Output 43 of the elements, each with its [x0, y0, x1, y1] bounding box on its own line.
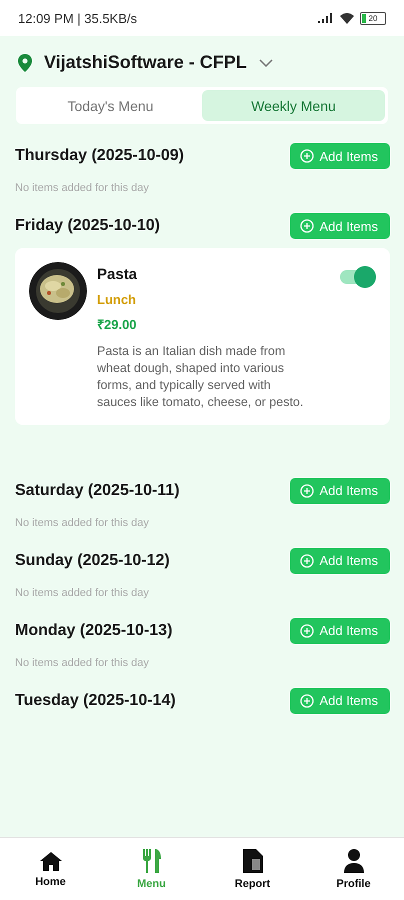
plus-circle-icon [300, 554, 314, 568]
location-pin-icon [18, 54, 32, 72]
wifi-icon [340, 12, 354, 24]
person-icon [344, 848, 364, 872]
nav-tab[interactable]: Report [202, 838, 303, 900]
day-title: Saturday (2025-10-11) [15, 482, 180, 500]
day-title: Sunday (2025-10-12) [15, 552, 170, 570]
item-price: ₹29.00 [97, 316, 138, 333]
plus-circle-icon [300, 149, 314, 163]
day-title: Monday (2025-10-13) [15, 622, 172, 640]
day-title: Tuesday (2025-10-14) [15, 692, 176, 710]
fork-knife-icon [142, 848, 162, 872]
status-time: 12:09 PM | 35.5KB/s [18, 10, 137, 26]
battery-icon: 20 [360, 12, 386, 24]
home-icon [40, 850, 62, 870]
nav-tab[interactable]: Home [0, 838, 101, 900]
nav-tab[interactable]: Menu [101, 838, 202, 900]
location-name[interactable]: VijatshiSoftware - CFPL [44, 52, 247, 73]
add-items-button[interactable]: Add Items [290, 688, 390, 714]
item-description: Pasta is an Italian dish made from wheat dough, shaped into various forms, and typically served with sauces like tomato, cheese, or pesto. [97, 343, 304, 410]
menu-tab[interactable]: Today's Menu [19, 90, 202, 121]
nav-tab[interactable]: Profile [303, 838, 404, 900]
meal-type: Lunch [97, 292, 137, 307]
empty-message: No items added for this day [15, 182, 150, 194]
plus-circle-icon [300, 624, 314, 638]
add-items-button[interactable]: Add Items [290, 213, 390, 239]
signal-icon [318, 13, 334, 23]
empty-message: No items added for this day [15, 586, 150, 598]
day-title: Friday (2025-10-10) [15, 217, 160, 235]
plus-circle-icon [300, 694, 314, 708]
add-items-button[interactable]: Add Items [290, 618, 390, 644]
empty-message: No items added for this day [15, 656, 150, 668]
plus-circle-icon [300, 219, 314, 233]
add-items-button[interactable]: Add Items [290, 548, 390, 574]
day-title: Thursday (2025-10-09) [15, 147, 184, 165]
menu-tab[interactable]: Weekly Menu [202, 90, 385, 121]
chevron-down-icon[interactable] [258, 58, 273, 66]
empty-message: No items added for this day [15, 516, 150, 528]
add-items-button[interactable]: Add Items [290, 143, 390, 169]
document-icon [242, 848, 262, 872]
plus-circle-icon [300, 484, 314, 498]
add-items-button[interactable]: Add Items [290, 478, 390, 504]
item-name: Pasta [97, 266, 138, 283]
